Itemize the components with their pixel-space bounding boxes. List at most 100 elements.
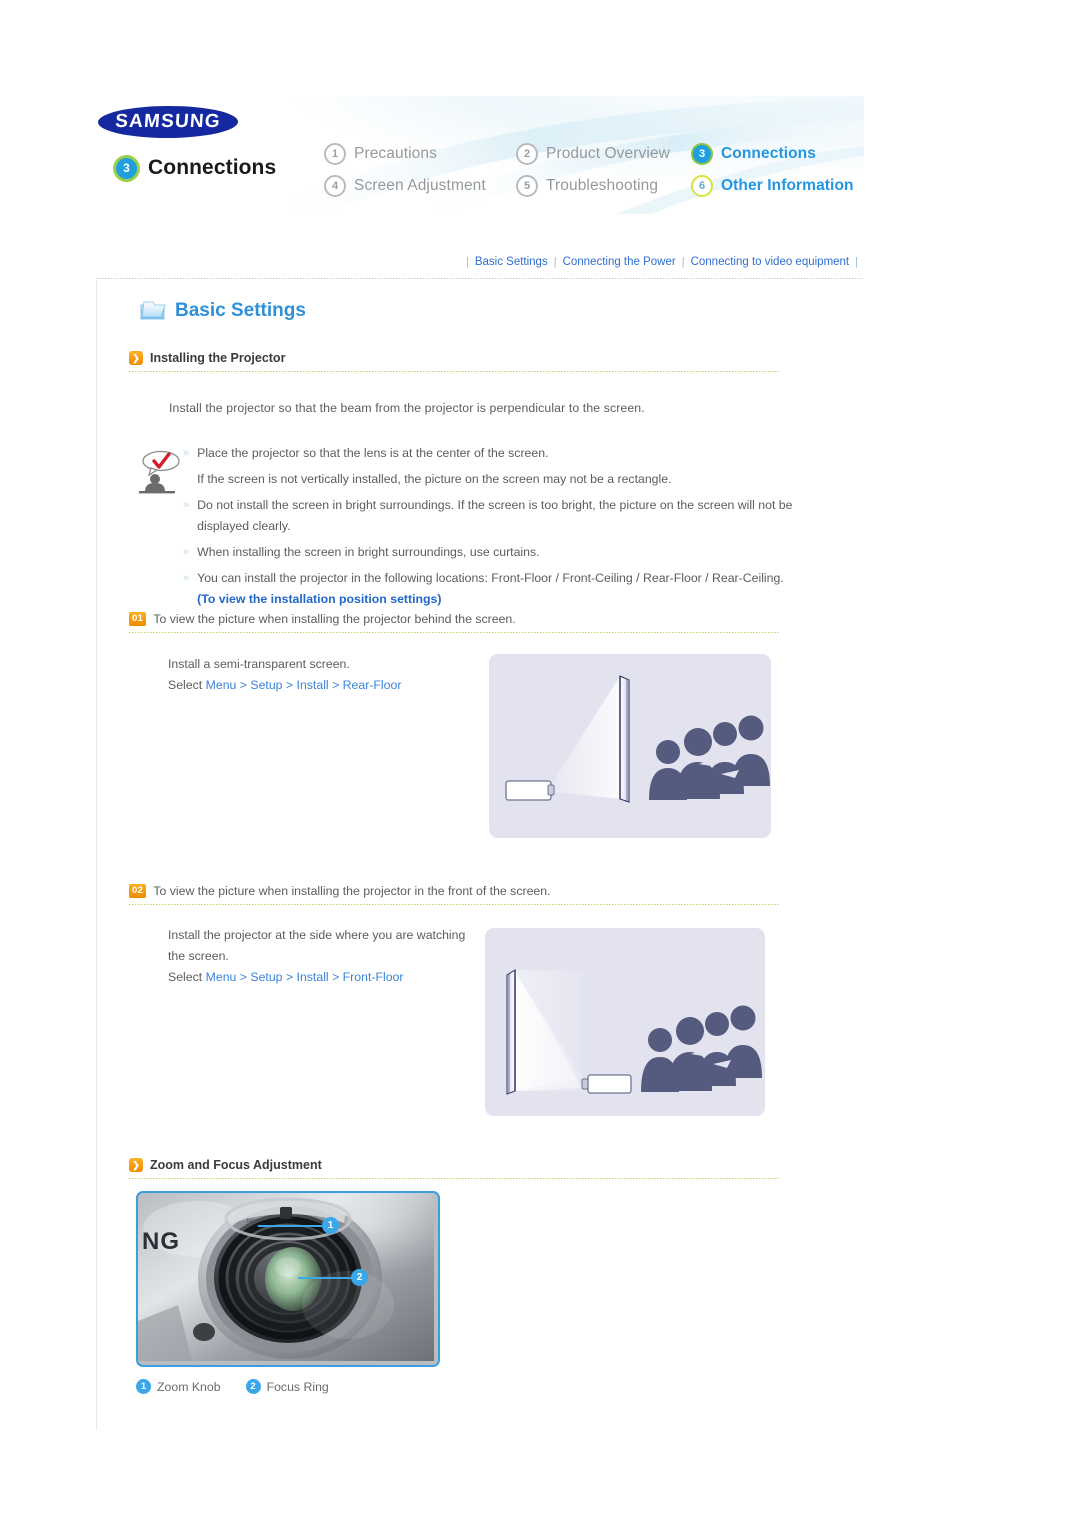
subheading-divider <box>129 371 779 372</box>
nav-label-1: Precautions <box>354 145 437 162</box>
zoom-focus-divider <box>129 1178 779 1179</box>
step-02-number: 02 <box>129 884 147 898</box>
note-item: » Do not install the screen in bright su… <box>183 495 813 516</box>
step-02-line1: Install the projector at the side where … <box>168 928 466 942</box>
breadcrumb-link-connecting-to-video-equipment[interactable]: Connecting to video equipment <box>691 256 850 268</box>
nav-item-other-information[interactable]: 6 Other Information <box>691 175 854 197</box>
nav-number-5: 5 <box>516 175 538 197</box>
note-item: » You can install the projector in the f… <box>183 568 813 589</box>
note-bullet-icon: » <box>183 499 190 511</box>
nav-item-connections[interactable]: 3 Connections <box>691 143 854 165</box>
step-01-menu-path: Menu > Setup > Install > Rear-Floor <box>205 678 402 692</box>
nav-item-troubleshooting[interactable]: 5 Troubleshooting <box>516 175 691 197</box>
note-person-icon <box>137 448 189 496</box>
manual-page: SAMSUNG 3 Connections 1 Precautions 2 Pr… <box>0 0 1080 1527</box>
breadcrumb-link-connecting-the-power[interactable]: Connecting the Power <box>563 256 676 268</box>
note-bullet-icon: » <box>183 572 190 584</box>
legend-label-zoom-knob: Zoom Knob <box>157 1379 221 1394</box>
lens-legend: 1 Zoom Knob 2 Focus Ring <box>136 1379 329 1394</box>
note-item-text: You can install the projector in the fol… <box>197 571 784 585</box>
nav-label-6: Other Information <box>721 177 854 194</box>
breadcrumb-separator: | <box>553 256 557 268</box>
installation-position-link[interactable]: (To view the installation position setti… <box>197 589 441 610</box>
content-left-rule <box>96 280 97 1430</box>
section-number-badge: 3 <box>116 157 137 179</box>
nav-item-screen-adjustment[interactable]: 4 Screen Adjustment <box>324 175 516 197</box>
note-item-text: When installing the screen in bright sur… <box>197 545 540 559</box>
nav-number-1: 1 <box>324 143 346 165</box>
step-02-body: Install the projector at the side where … <box>168 925 465 988</box>
nav-number-6: 6 <box>691 175 713 197</box>
breadcrumb-link-basic-settings[interactable]: Basic Settings <box>475 256 548 268</box>
section-title-text: Connections <box>148 156 277 179</box>
step-02-divider <box>129 904 779 905</box>
subheading-installing-the-projector: ❯ Installing the Projector <box>129 351 285 365</box>
step-02-menu-path: Menu > Setup > Install > Front-Floor <box>205 970 404 984</box>
legend-item-zoom-knob: 1 Zoom Knob <box>136 1379 221 1394</box>
step-02-select-label: Select <box>168 970 203 984</box>
page-title: Basic Settings <box>140 300 306 322</box>
step-01-select-label: Select <box>168 678 203 692</box>
legend-number-2: 2 <box>245 1379 261 1394</box>
step-01-header: 01 To view the picture when installing t… <box>129 612 516 626</box>
callout-1-leader-line <box>258 1225 324 1227</box>
legend-item-focus-ring: 2 Focus Ring <box>245 1379 329 1394</box>
note-item-text: Place the projector so that the lens is … <box>197 446 549 460</box>
folder-icon <box>140 300 166 322</box>
chevron-right-icon: ❯ <box>129 1158 143 1172</box>
legend-label-focus-ring: Focus Ring <box>266 1379 329 1394</box>
step-01-body: Install a semi-transparent screen. Selec… <box>168 654 401 696</box>
note-item-text: Do not install the screen in bright surr… <box>197 498 793 512</box>
step-02-select-row: Select Menu > Setup > Install > Front-Fl… <box>168 967 465 988</box>
page-title-text: Basic Settings <box>175 300 306 321</box>
svg-text:NG: NG <box>142 1228 180 1255</box>
nav-label-2: Product Overview <box>546 145 670 162</box>
installing-intro-text: Install the projector so that the beam f… <box>169 401 645 415</box>
step-01-divider <box>129 632 779 633</box>
subheading-zoom-focus-label: Zoom and Focus Adjustment <box>150 1158 322 1172</box>
step-01-title: To view the picture when installing the … <box>153 612 516 626</box>
nav-number-3: 3 <box>691 143 713 165</box>
nav-number-4: 4 <box>324 175 346 197</box>
callout-1-zoom-knob: 1 <box>322 1217 339 1234</box>
logo-wordmark: SAMSUNG <box>114 111 222 132</box>
nav-item-product-overview[interactable]: 2 Product Overview <box>516 143 691 165</box>
note-item-text: displayed clearly. <box>197 519 291 533</box>
note-item: » Place the projector so that the lens i… <box>183 443 813 464</box>
nav-item-precautions[interactable]: 1 Precautions <box>324 143 516 165</box>
subheading-installing-label: Installing the Projector <box>150 351 286 365</box>
breadcrumb-separator: | <box>465 256 469 268</box>
header-nav: 1 Precautions 2 Product Overview 3 Conne… <box>324 138 854 202</box>
nav-label-4: Screen Adjustment <box>354 177 486 194</box>
step-02-title: To view the picture when installing the … <box>153 884 551 898</box>
section-title: 3 Connections <box>116 156 276 180</box>
step-01-select-row: Select Menu > Setup > Install > Rear-Flo… <box>168 675 401 696</box>
step-02-line2: the screen. <box>168 949 229 963</box>
note-bullet-icon: » <box>183 546 190 558</box>
rear-floor-projection-figure <box>489 654 771 838</box>
projector-lens-photo: NG Tele 1 2 <box>136 1191 440 1367</box>
legend-number-1: 1 <box>136 1379 151 1394</box>
subheading-zoom-and-focus: ❯ Zoom and Focus Adjustment <box>129 1158 322 1172</box>
note-item-link-row: » (To view the installation position set… <box>183 589 813 610</box>
callout-2-leader-line <box>298 1277 353 1279</box>
breadcrumb-separator: | <box>681 256 685 268</box>
step-01-line1: Install a semi-transparent screen. <box>168 657 350 671</box>
page-header: SAMSUNG 3 Connections 1 Precautions 2 Pr… <box>96 96 864 214</box>
step-02-header: 02 To view the picture when installing t… <box>129 884 551 898</box>
breadcrumb: | Basic Settings | Connecting the Power | Con… <box>96 256 864 268</box>
front-floor-projection-figure <box>485 928 765 1116</box>
breadcrumb-separator: | <box>855 256 858 268</box>
note-item: » When installing the screen in bright s… <box>183 542 813 563</box>
nav-label-5: Troubleshooting <box>546 177 659 194</box>
step-01-number: 01 <box>129 612 147 626</box>
chevron-right-icon: ❯ <box>129 351 143 365</box>
note-bullet-icon: » <box>183 447 190 459</box>
note-item-text: If the screen is not vertically installe… <box>197 472 672 486</box>
nav-number-2: 2 <box>516 143 538 165</box>
callout-2-focus-ring: 2 <box>351 1269 368 1286</box>
svg-text:Tele: Tele <box>246 1219 258 1225</box>
breadcrumb-divider <box>96 278 864 279</box>
note-item: » displayed clearly. <box>183 516 813 537</box>
samsung-logo: SAMSUNG <box>96 106 240 140</box>
